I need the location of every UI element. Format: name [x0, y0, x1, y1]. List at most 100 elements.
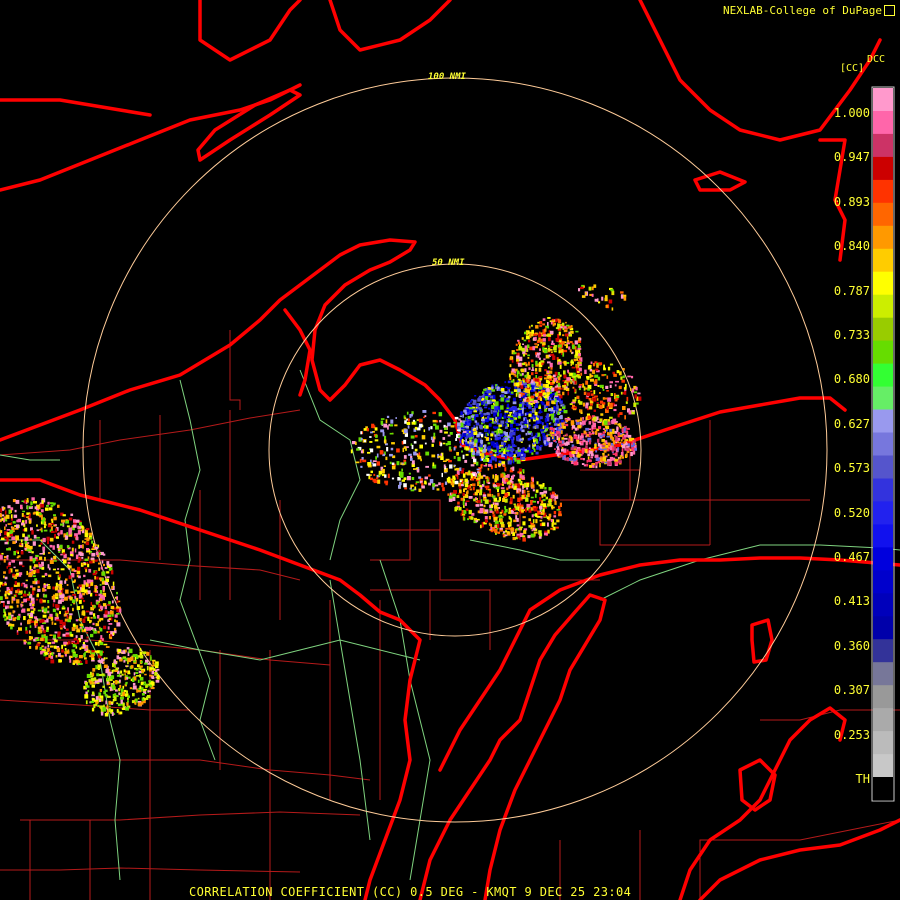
colorbar-swatch — [873, 248, 893, 273]
radar-pixel — [523, 339, 527, 342]
radar-pixel — [26, 542, 30, 544]
radar-pixel — [75, 619, 79, 622]
radar-pixel — [553, 423, 558, 426]
radar-pixel — [95, 703, 98, 706]
radar-pixel — [531, 364, 534, 368]
radar-pixel — [585, 445, 588, 450]
radar-pixel — [492, 449, 497, 453]
radar-pixel — [367, 462, 372, 466]
radar-pixel — [1, 514, 5, 517]
radar-pixel — [602, 431, 606, 434]
radar-pixel — [411, 421, 416, 425]
radar-pixel — [4, 510, 7, 515]
radar-pixel — [607, 432, 610, 436]
radar-pixel — [139, 648, 142, 651]
colorbar-swatch — [873, 271, 893, 296]
radar-pixel — [72, 652, 76, 658]
radar-pixel — [468, 509, 472, 515]
radar-pixel — [566, 342, 570, 345]
radar-pixel — [568, 334, 572, 337]
radar-pixel — [46, 504, 49, 507]
radar-pixel — [490, 409, 493, 414]
radar-pixel — [539, 421, 542, 424]
radar-pixel — [371, 423, 375, 429]
radar-pixel — [416, 427, 421, 431]
radar-pixel — [80, 623, 84, 626]
radar-pixel — [548, 408, 553, 412]
radar-pixel — [504, 454, 507, 459]
radar-pixel — [567, 438, 571, 442]
radar-pixel — [15, 590, 18, 594]
radar-pixel — [81, 584, 85, 589]
radar-pixel — [410, 458, 413, 461]
radar-pixel — [553, 350, 557, 353]
radar-pixel — [626, 451, 630, 453]
radar-pixel — [528, 325, 531, 329]
radar-pixel — [471, 483, 476, 487]
radar-pixel — [462, 473, 466, 478]
radar-pixel — [577, 425, 582, 429]
radar-pixel — [559, 401, 563, 404]
radar-pixel — [592, 432, 595, 434]
radar-pixel — [530, 389, 534, 392]
radar-pixel — [518, 352, 520, 356]
radar-pixel — [32, 541, 36, 546]
radar-pixel — [4, 576, 8, 580]
radar-pixel — [532, 436, 535, 440]
radar-pixel — [483, 388, 487, 391]
radar-pixel — [609, 384, 612, 388]
radar-pixel — [614, 459, 618, 462]
radar-pixel — [387, 425, 389, 430]
radar-pixel — [410, 489, 415, 492]
radar-pixel — [132, 677, 134, 682]
radar-pixel — [114, 693, 117, 696]
radar-pixel — [47, 501, 50, 505]
radar-pixel — [149, 684, 152, 688]
radar-pixel — [554, 322, 556, 326]
radar-pixel — [526, 372, 530, 375]
radar-pixel — [50, 645, 54, 648]
radar-pixel — [424, 476, 428, 480]
radar-pixel — [48, 507, 53, 511]
radar-pixel — [92, 573, 97, 576]
radar-pixel — [111, 684, 115, 689]
radar-pixel — [526, 490, 530, 493]
radar-pixel — [8, 561, 11, 565]
radar-pixel — [522, 475, 525, 480]
radar-pixel — [562, 426, 566, 429]
radar-pixel — [627, 434, 632, 438]
radar-pixel — [598, 301, 601, 304]
radar-pixel — [566, 336, 569, 340]
radar-pixel — [82, 540, 84, 543]
radar-pixel — [559, 374, 562, 377]
radar-pixel — [423, 429, 426, 433]
radar-pixel — [634, 391, 638, 394]
radar-pixel — [90, 675, 93, 678]
radar-pixel — [62, 633, 66, 637]
radar-pixel — [78, 655, 83, 659]
radar-pixel — [428, 482, 431, 486]
radar-pixel — [562, 380, 566, 382]
radar-pixel — [550, 519, 553, 523]
radar-pixel — [618, 460, 622, 464]
radar-pixel — [609, 416, 613, 419]
radar-pixel — [510, 356, 513, 360]
radar-pixel — [469, 484, 472, 488]
radar-pixel — [85, 660, 88, 664]
colorbar-swatch — [873, 88, 893, 112]
radar-pixel — [545, 384, 549, 388]
radar-pixel — [577, 421, 580, 425]
radar-pixel — [500, 405, 504, 410]
radar-pixel — [43, 609, 47, 612]
radar-pixel — [589, 403, 593, 406]
radar-pixel — [575, 351, 579, 356]
radar-pixel — [497, 489, 499, 493]
radar-pixel — [580, 457, 583, 460]
radar-pixel — [532, 477, 534, 483]
radar-pixel — [100, 635, 103, 640]
radar-pixel — [470, 448, 474, 453]
radar-pixel — [21, 500, 24, 502]
radar-pixel — [10, 626, 13, 630]
radar-pixel — [372, 460, 377, 462]
radar-pixel — [613, 408, 617, 412]
